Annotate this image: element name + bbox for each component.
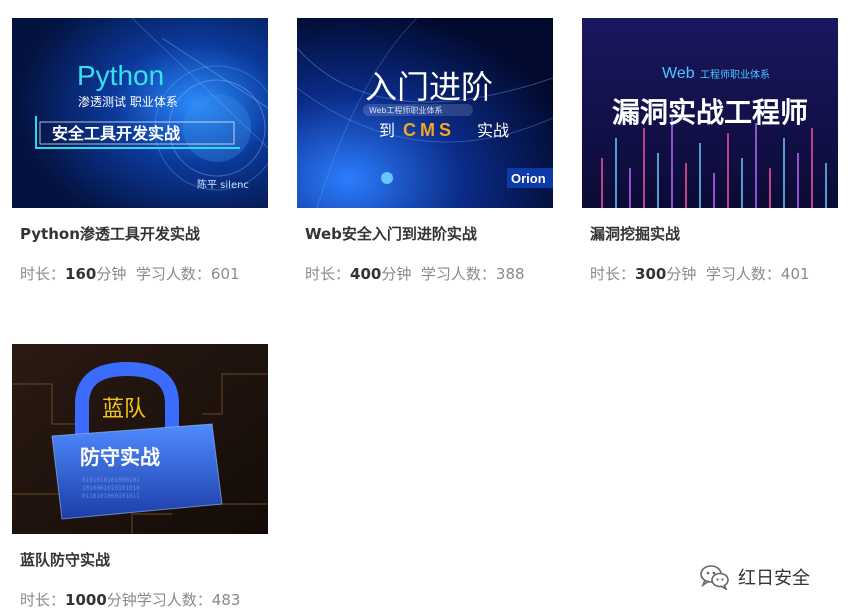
- course-card-web[interactable]: 入门进阶 Web工程师职业体系 到 CMS 实战 Orion Web安全入门到进…: [297, 18, 553, 288]
- duration-value: 300: [635, 265, 667, 283]
- banner-text: 实战: [477, 121, 509, 140]
- students-label: 学习人数：: [136, 591, 212, 609]
- duration-unit: 分钟: [96, 265, 127, 283]
- students-label: 学习人数：: [420, 265, 496, 283]
- duration-unit: 分钟: [106, 591, 137, 609]
- duration-value: 400: [350, 265, 382, 283]
- course-thumbnail[interactable]: 蓝队 防守实战 0101010101000101 101000101010101…: [12, 344, 268, 534]
- students-value: 601: [210, 265, 240, 283]
- duration-unit: 分钟: [666, 265, 697, 283]
- course-card-vuln[interactable]: Web 工程师职业体系 漏洞实战工程师 漏洞挖掘实战 时长：300分钟 学习人数…: [582, 18, 838, 288]
- banner-text: 渗透测试 职业体系: [78, 94, 178, 109]
- banner-text: 漏洞实战工程师: [612, 96, 808, 129]
- students-value: 483: [211, 591, 241, 609]
- duration-label: 时长：: [20, 591, 66, 609]
- course-card-python[interactable]: Python 渗透测试 职业体系 安全工具开发实战 陈平 silenc Pyth…: [12, 18, 268, 288]
- course-meta: 时长：400分钟 学习人数：388: [305, 263, 525, 284]
- svg-text:0110101000101011: 0110101000101011: [82, 493, 140, 500]
- course-banner-python: Python 渗透测试 职业体系 安全工具开发实战 陈平 silenc: [12, 18, 268, 208]
- svg-text:0101010101000101: 0101010101000101: [82, 477, 140, 484]
- banner-text: Orion: [511, 171, 546, 186]
- duration-label: 时长：: [20, 265, 66, 283]
- banner-text: Python: [77, 60, 164, 91]
- duration-label: 时长：: [590, 265, 636, 283]
- course-thumbnail[interactable]: 入门进阶 Web工程师职业体系 到 CMS 实战 Orion: [297, 18, 553, 208]
- course-grid: Python 渗透测试 职业体系 安全工具开发实战 陈平 silenc Pyth…: [0, 0, 850, 613]
- banner-text: Web工程师职业体系: [369, 105, 442, 115]
- students-value: 388: [495, 265, 525, 283]
- duration-label: 时长：: [305, 265, 351, 283]
- course-meta: 时长：160分钟 学习人数：601: [20, 263, 240, 284]
- course-title[interactable]: Python渗透工具开发实战: [20, 223, 200, 244]
- watermark-text: 红日安全: [738, 568, 810, 589]
- banner-text: 蓝队: [102, 397, 146, 422]
- course-thumbnail[interactable]: Python 渗透测试 职业体系 安全工具开发实战 陈平 silenc: [12, 18, 268, 208]
- students-label: 学习人数：: [705, 265, 781, 283]
- course-card-blueteam[interactable]: 蓝队 防守实战 0101010101000101 101000101010101…: [12, 344, 268, 613]
- banner-text: CMS: [403, 120, 455, 140]
- course-banner-vuln: Web 工程师职业体系 漏洞实战工程师: [582, 18, 838, 208]
- students-value: 401: [780, 265, 810, 283]
- duration-value: 1000: [65, 591, 107, 609]
- course-title[interactable]: Web安全入门到进阶实战: [305, 223, 477, 244]
- duration-value: 160: [65, 265, 97, 283]
- wechat-icon: [700, 565, 729, 590]
- course-thumbnail[interactable]: Web 工程师职业体系 漏洞实战工程师: [582, 18, 838, 208]
- banner-text: Web: [662, 65, 695, 82]
- duration-unit: 分钟: [381, 265, 412, 283]
- students-label: 学习人数：: [135, 265, 211, 283]
- banner-text: 工程师职业体系: [700, 68, 770, 81]
- wechat-watermark: 红日安全: [700, 563, 810, 591]
- course-meta: 时长：1000分钟学习人数：483: [20, 589, 240, 610]
- banner-text: 安全工具开发实战: [52, 124, 180, 143]
- svg-text:1010001010101010: 1010001010101010: [82, 485, 140, 492]
- course-meta: 时长：300分钟 学习人数：401: [590, 263, 810, 284]
- course-title[interactable]: 漏洞挖掘实战: [590, 223, 680, 244]
- banner-text: 到: [379, 121, 395, 140]
- banner-text: 防守实战: [80, 445, 160, 469]
- banner-text: 入门进阶: [365, 68, 493, 106]
- course-banner-blueteam: 蓝队 防守实战 0101010101000101 101000101010101…: [12, 344, 268, 534]
- course-banner-web: 入门进阶 Web工程师职业体系 到 CMS 实战 Orion: [297, 18, 553, 208]
- banner-text: 陈平 silenc: [197, 178, 249, 191]
- course-title[interactable]: 蓝队防守实战: [20, 549, 110, 570]
